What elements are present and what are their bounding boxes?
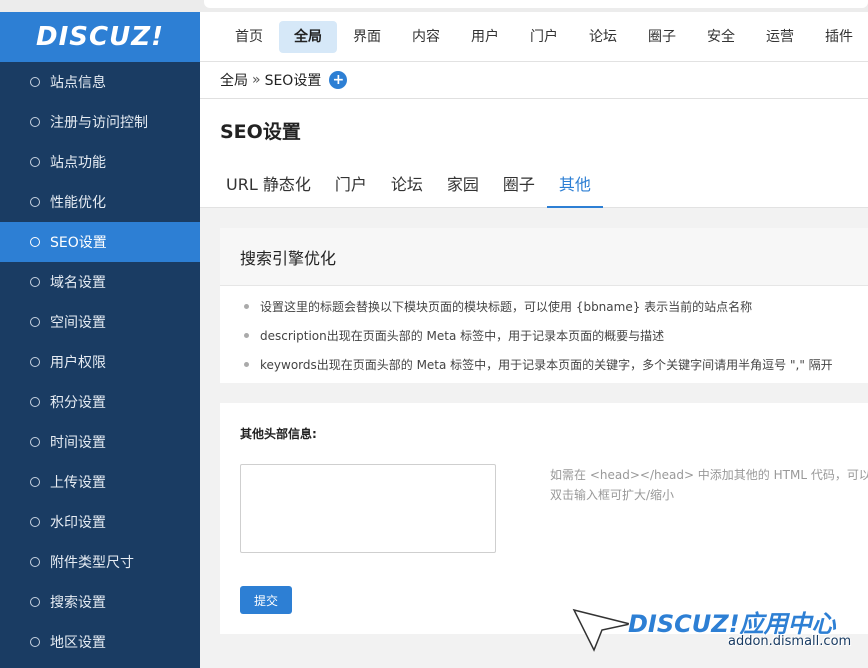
- sidebar-item-5[interactable]: 域名设置: [0, 262, 200, 302]
- circle-icon: [30, 237, 40, 247]
- circle-icon: [30, 557, 40, 567]
- top-navigation: 首页 全局 界面 内容 用户 门户 论坛 圈子 安全 运营 插件: [200, 12, 868, 62]
- sidebar-item-label: 地区设置: [50, 635, 106, 651]
- browser-top-strip: [0, 0, 868, 12]
- tab-0[interactable]: URL 静态化: [214, 159, 323, 208]
- tips-panel: 搜索引擎优化 设置这里的标题会替换以下模块页面的模块标题，可以使用 {bbnam…: [220, 228, 868, 383]
- submit-button[interactable]: 提交: [240, 586, 292, 614]
- circle-icon: [30, 597, 40, 607]
- sidebar-item-label: 性能优化: [50, 195, 106, 211]
- tip-item: description出现在页面头部的 Meta 标签中，用于记录本页面的概要与…: [244, 321, 868, 350]
- discuz-logo[interactable]: DISCUZ!: [0, 12, 200, 62]
- bullet-icon: [244, 333, 249, 338]
- sidebar-item-label: 域名设置: [50, 275, 106, 291]
- sidebar-item-0[interactable]: 站点信息: [0, 62, 200, 102]
- nav-item-1[interactable]: 全局: [279, 20, 337, 53]
- circle-icon: [30, 437, 40, 447]
- tip-text: 设置这里的标题会替换以下模块页面的模块标题，可以使用 {bbname} 表示当前…: [260, 300, 753, 314]
- sidebar-item-label: 上传设置: [50, 475, 106, 491]
- nav-item-5[interactable]: 门户: [515, 21, 573, 53]
- page-title: SEO设置: [220, 121, 301, 143]
- nav-item-10[interactable]: 插件: [810, 21, 868, 53]
- page-header: SEO设置 URL 静态化 门户 论坛 家园 圈子 其他: [200, 99, 868, 208]
- circle-icon: [30, 117, 40, 127]
- breadcrumb-separator: »: [252, 72, 261, 88]
- circle-icon: [30, 157, 40, 167]
- circle-icon: [30, 397, 40, 407]
- tab-2[interactable]: 论坛: [379, 159, 435, 208]
- tip-text: description出现在页面头部的 Meta 标签中，用于记录本页面的概要与…: [260, 329, 665, 343]
- form-panel: 其他头部信息: 如需在 <head></head> 中添加其他的 HTML 代码…: [220, 403, 868, 634]
- breadcrumb-root[interactable]: 全局: [220, 70, 248, 90]
- sidebar-item-11[interactable]: 水印设置: [0, 502, 200, 542]
- nav-item-8[interactable]: 安全: [692, 21, 750, 53]
- tab-5[interactable]: 其他: [546, 159, 603, 208]
- other-head-info-textarea[interactable]: [240, 464, 496, 553]
- circle-icon: [30, 477, 40, 487]
- tab-bar: URL 静态化 门户 论坛 家园 圈子 其他: [214, 159, 603, 208]
- nav-item-2[interactable]: 界面: [338, 21, 396, 53]
- nav-item-3[interactable]: 内容: [397, 21, 455, 53]
- sidebar-item-label: SEO设置: [50, 235, 107, 251]
- tip-text: keywords出现在页面头部的 Meta 标签中，用于记录本页面的关键字，多个…: [260, 358, 833, 372]
- nav-item-7[interactable]: 圈子: [633, 21, 691, 53]
- sidebar-item-7[interactable]: 用户权限: [0, 342, 200, 382]
- bullet-icon: [244, 304, 249, 309]
- sidebar-item-label: 用户权限: [50, 355, 106, 371]
- sidebar-item-13[interactable]: 搜索设置: [0, 582, 200, 622]
- watermark-url: addon.dismall.com: [728, 634, 852, 649]
- sidebar-item-label: 搜索设置: [50, 595, 106, 611]
- tab-4[interactable]: 圈子: [491, 159, 547, 208]
- form-hint-line-2: 双击输入框可扩大/缩小: [550, 488, 675, 502]
- sidebar: 站点信息注册与访问控制 站点功能性能优化 SEO设置域名设置空间设置用户权限积分设置…: [0, 62, 200, 668]
- sidebar-item-3[interactable]: 性能优化: [0, 182, 200, 222]
- sidebar-item-12[interactable]: 附件类型尺寸: [0, 542, 200, 582]
- nav-item-9[interactable]: 运营: [751, 21, 809, 53]
- circle-icon: [30, 517, 40, 527]
- form-hint-line-1: 如需在 <head></head> 中添加其他的 HTML 代码，可以使: [550, 468, 868, 482]
- nav-item-6[interactable]: 论坛: [574, 21, 632, 53]
- nav-item-4[interactable]: 用户: [456, 21, 514, 53]
- sidebar-item-1[interactable]: 注册与访问控制: [0, 102, 200, 142]
- sidebar-item-10[interactable]: 上传设置: [0, 462, 200, 502]
- sidebar-item-label: 时间设置: [50, 435, 106, 451]
- sidebar-item-14[interactable]: 地区设置: [0, 622, 200, 662]
- tip-item: 设置这里的标题会替换以下模块页面的模块标题，可以使用 {bbname} 表示当前…: [244, 292, 868, 321]
- tip-item: keywords出现在页面头部的 Meta 标签中，用于记录本页面的关键字，多个…: [244, 350, 868, 379]
- sidebar-item-4[interactable]: SEO设置: [0, 222, 200, 262]
- sidebar-item-label: 站点功能: [50, 155, 106, 171]
- sidebar-item-label: 站点信息: [50, 75, 106, 91]
- sidebar-item-label: 积分设置: [50, 395, 106, 411]
- watermark: DISCUZ!应用中心 addon.dismall.com: [572, 604, 862, 664]
- circle-icon: [30, 637, 40, 647]
- circle-icon: [30, 77, 40, 87]
- sidebar-item-label: 水印设置: [50, 515, 106, 531]
- bullet-icon: [244, 362, 249, 367]
- circle-icon: [30, 277, 40, 287]
- sidebar-item-6[interactable]: 空间设置: [0, 302, 200, 342]
- tab-1[interactable]: 门户: [323, 159, 379, 208]
- other-head-info-label: 其他头部信息:: [240, 427, 317, 441]
- plus-circle-icon[interactable]: +: [329, 71, 348, 89]
- sidebar-item-2[interactable]: 站点功能: [0, 142, 200, 182]
- breadcrumb-current: SEO设置: [264, 73, 322, 89]
- tips-list: 设置这里的标题会替换以下模块页面的模块标题，可以使用 {bbname} 表示当前…: [220, 286, 868, 379]
- sidebar-item-9[interactable]: 时间设置: [0, 422, 200, 462]
- sidebar-item-label: 注册与访问控制: [50, 115, 148, 131]
- breadcrumb: 全局 » SEO设置 +: [200, 62, 868, 99]
- form-hint: 如需在 <head></head> 中添加其他的 HTML 代码，可以使 双击输…: [550, 465, 868, 505]
- nav-item-0[interactable]: 首页: [220, 21, 278, 53]
- circle-icon: [30, 197, 40, 207]
- tips-title: 搜索引擎优化: [220, 228, 868, 286]
- circle-icon: [30, 317, 40, 327]
- sidebar-item-8[interactable]: 积分设置: [0, 382, 200, 422]
- sidebar-item-label: 空间设置: [50, 315, 106, 331]
- tab-3[interactable]: 家园: [435, 159, 491, 208]
- sidebar-item-label: 附件类型尺寸: [50, 555, 134, 571]
- cursor-arrow-icon: [572, 608, 631, 652]
- circle-icon: [30, 357, 40, 367]
